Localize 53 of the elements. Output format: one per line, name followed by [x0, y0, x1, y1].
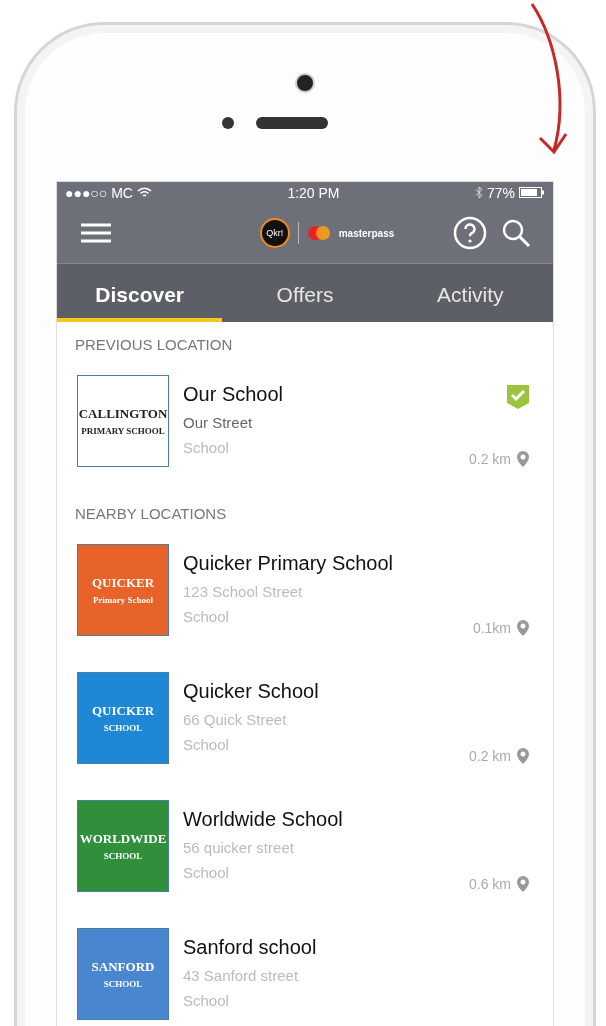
section-heading: PREVIOUS LOCATION [74, 335, 234, 355]
location-address: 43 Sanford street [183, 967, 300, 984]
location-pin-icon [517, 620, 529, 636]
camera-icon [295, 73, 315, 93]
help-icon[interactable] [453, 216, 487, 250]
section-heading: NEARBY LOCATIONS [74, 504, 228, 524]
logo-text: PRIMARY SCHOOL [81, 426, 165, 436]
bluetooth-icon [474, 186, 483, 199]
time-text: 1:20 PM [287, 184, 340, 201]
logo-text: WORLDWIDE [79, 831, 167, 847]
logo-text: SCHOOL [103, 723, 143, 733]
logo-text: SCHOOL [103, 979, 143, 989]
battery-icon [519, 187, 545, 198]
logo-text: SANFORD [91, 959, 155, 975]
logo-text: Primary School [92, 595, 154, 605]
location-type: School [183, 992, 230, 1009]
location-address: 123 School Street [183, 583, 304, 600]
carrier-text: ●●●○○ MC [65, 184, 133, 201]
speaker-icon [256, 117, 328, 129]
search-icon[interactable] [501, 218, 531, 248]
menu-icon[interactable] [81, 223, 111, 243]
brand-logo: Qkr! [259, 218, 290, 248]
location-type: School [183, 439, 230, 456]
location-address: Our Street [183, 414, 254, 431]
location-pin-icon [517, 451, 529, 467]
logo-text: QUICKER [91, 703, 155, 719]
location-pin-icon [517, 876, 529, 892]
brand-name: masterpass [338, 227, 395, 239]
location-pin-icon [517, 748, 529, 764]
wifi-icon [136, 187, 152, 198]
location-address: 56 quicker street [183, 839, 295, 856]
distance-text: 0.2 km [469, 748, 511, 764]
nav-tab[interactable]: Activity [387, 264, 553, 322]
distance-text: 0.6 km [469, 876, 511, 892]
distance-text: 0.2 km [469, 451, 511, 467]
location-name: Sanford school [183, 936, 318, 959]
location-name: Worldwide School [183, 808, 344, 831]
nav-tab[interactable]: Offers [222, 264, 388, 322]
location-name: Quicker Primary School [183, 552, 395, 575]
circles-logo-icon [306, 225, 331, 241]
sensor-icon [222, 117, 234, 129]
distance-text: 0.1km [472, 620, 511, 636]
location-name: Quicker School [183, 680, 320, 703]
location-type: School [183, 736, 230, 753]
logo-text: SCHOOL [103, 851, 143, 861]
logo-text: CALLINGTON [78, 406, 168, 422]
logo-text: QUICKER [91, 575, 155, 591]
location-type: School [183, 864, 230, 881]
battery-text: 77% [486, 184, 515, 201]
location-address: 66 Quick Street [183, 711, 288, 728]
location-type: School [183, 608, 230, 625]
location-name: Our School [183, 383, 285, 406]
nav-tab[interactable]: Discover [57, 264, 223, 322]
